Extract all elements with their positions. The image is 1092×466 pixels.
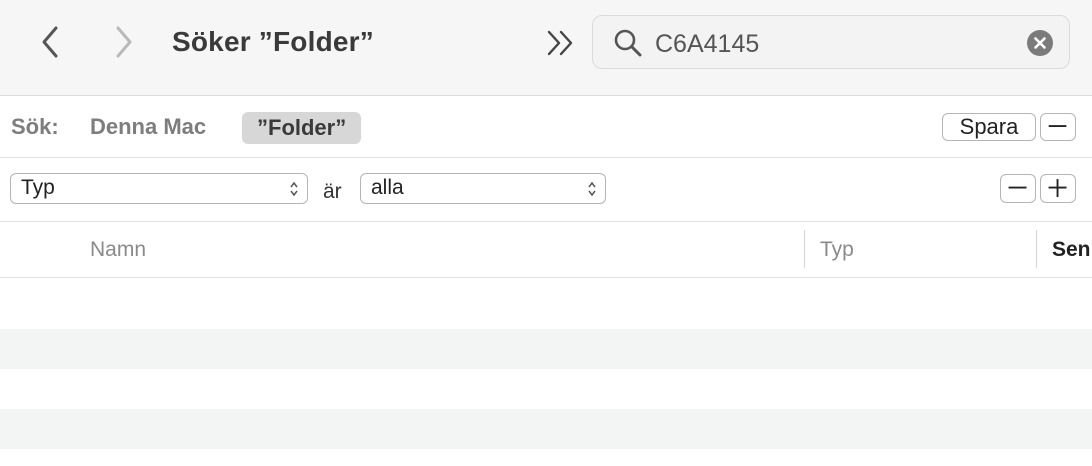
toolbar-overflow-button[interactable] — [544, 28, 578, 58]
attribute-popup-value: Typ — [21, 176, 55, 199]
plus-icon — [1048, 179, 1067, 197]
chevron-right-icon — [116, 26, 132, 58]
clear-circle-x-icon — [1034, 37, 1046, 49]
minus-icon — [1008, 186, 1027, 189]
remove-scope-button[interactable] — [1040, 113, 1076, 141]
search-input-value[interactable]: C6A4145 — [655, 30, 759, 59]
results-list — [0, 278, 1092, 449]
column-header-type[interactable]: Typ — [820, 238, 854, 262]
column-divider[interactable] — [1036, 230, 1037, 268]
value-popup[interactable]: alla — [360, 173, 606, 204]
back-button[interactable] — [32, 22, 72, 62]
table-row — [0, 278, 1092, 329]
forward-button[interactable] — [104, 22, 144, 62]
updown-chevron-icon — [290, 181, 298, 197]
scope-this-mac[interactable]: Denna Mac — [90, 114, 206, 140]
operator-label: är — [323, 180, 342, 203]
search-criteria-row: Typ är alla — [0, 158, 1092, 222]
add-criterion-button[interactable] — [1040, 174, 1076, 203]
table-row — [0, 329, 1092, 369]
minus-icon — [1048, 125, 1067, 127]
toolbar: Söker ”Folder” C6A4145 — [0, 0, 1092, 96]
column-divider[interactable] — [804, 230, 805, 268]
search-scope-bar: Sök: Denna Mac ”Folder” Spara — [0, 96, 1092, 158]
scope-folder-selected[interactable]: ”Folder” — [242, 112, 362, 144]
remove-criterion-button[interactable] — [1000, 174, 1036, 203]
value-popup-value: alla — [371, 176, 404, 199]
clear-search-button[interactable] — [1027, 30, 1053, 56]
column-header-row: Namn Typ Sen — [0, 222, 1092, 278]
column-header-name[interactable]: Namn — [90, 238, 146, 262]
double-chevron-right-icon — [547, 30, 573, 56]
attribute-popup[interactable]: Typ — [10, 173, 308, 204]
column-header-date-modified[interactable]: Sen — [1052, 238, 1091, 262]
window-title: Söker ”Folder” — [172, 26, 374, 57]
scope-label: Sök: — [11, 114, 59, 139]
updown-chevron-icon — [588, 181, 596, 197]
table-row — [0, 369, 1092, 409]
table-row — [0, 409, 1092, 449]
search-field[interactable]: C6A4145 — [592, 15, 1070, 69]
save-search-button[interactable]: Spara — [942, 113, 1036, 141]
magnifier-icon — [613, 28, 643, 58]
chevron-left-icon — [42, 26, 58, 58]
